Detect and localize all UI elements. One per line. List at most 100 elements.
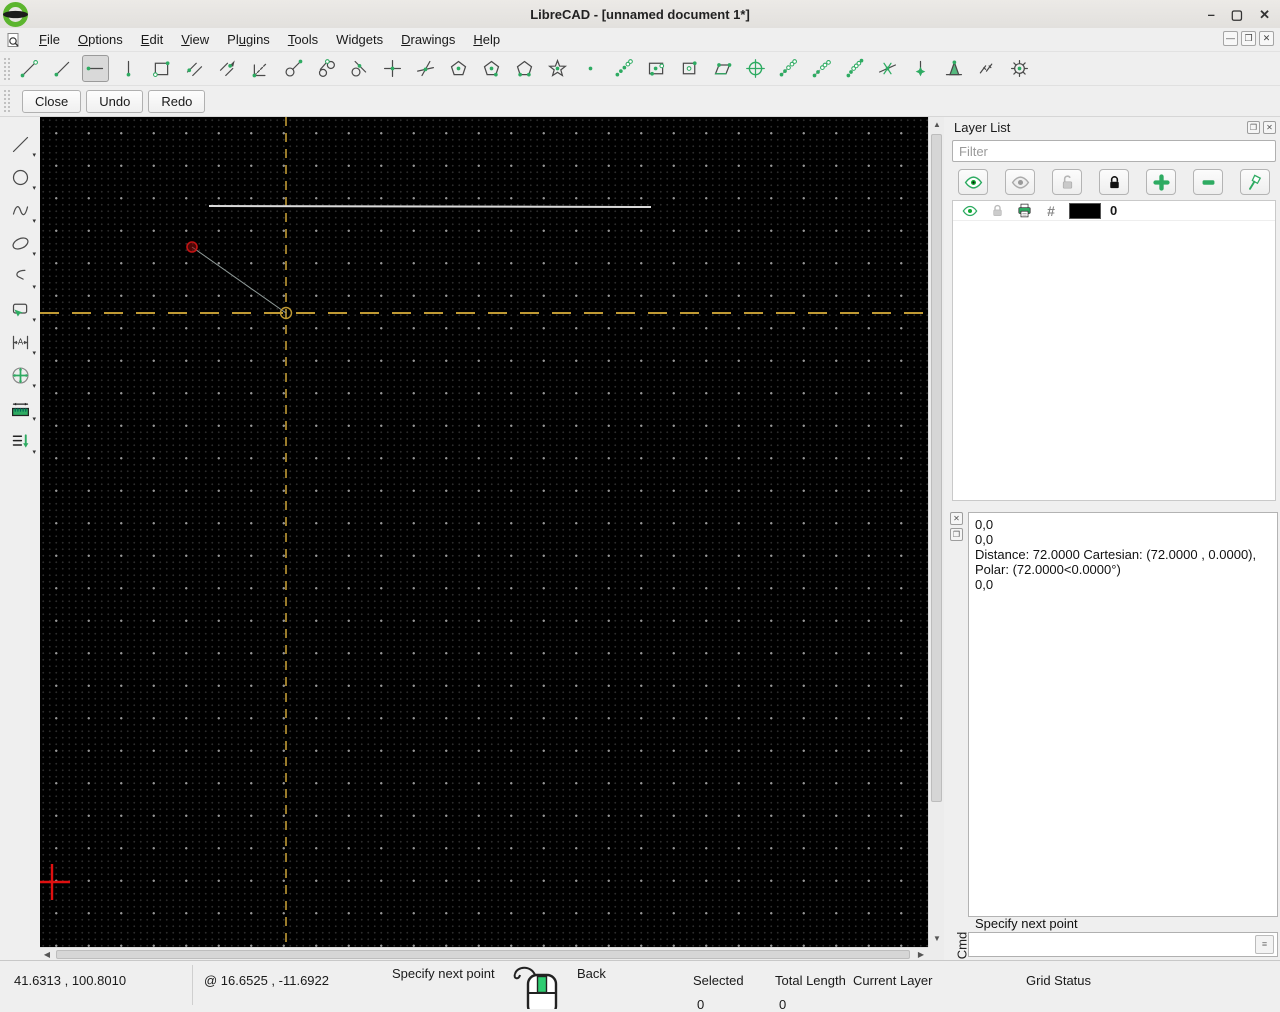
tool-group-measure-icon[interactable]: ▾ [5,395,36,423]
tool-line-relative-angle-icon[interactable] [412,55,439,82]
layer-lock-icon[interactable] [988,203,1006,218]
add-layer-button[interactable] [1146,169,1176,195]
remove-layer-button[interactable] [1193,169,1223,195]
minimize-button[interactable]: – [1208,8,1215,21]
layer-row[interactable]: #0 [953,201,1275,221]
tool-group-select-icon[interactable]: ▾ [5,296,36,324]
dock-close-button[interactable]: ✕ [950,512,963,525]
tool-group-order-icon[interactable]: ▾ [5,428,36,456]
tool-line-horizontal-icon[interactable] [82,55,109,82]
left-click-hint: Specify next point [392,966,495,981]
mdi-minimize-button[interactable]: — [1223,31,1238,46]
dock-float-button[interactable]: ❐ [950,528,963,541]
close-window-button[interactable]: ✕ [1259,8,1270,21]
chevron-down-icon: ▾ [32,317,36,324]
lock-all-layers-button[interactable] [1099,169,1129,195]
tool-line-two-points-icon[interactable] [16,55,43,82]
layer-list-title: Layer List [954,120,1011,135]
current-layer-label: Current Layer [853,973,933,988]
tool-sketch-segments-icon[interactable] [973,55,1000,82]
tool-star-icon[interactable] [544,55,571,82]
chevron-down-icon: ▾ [32,284,36,291]
layer-color-swatch[interactable] [1069,202,1101,219]
tool-rect-center-icon[interactable] [676,55,703,82]
tool-triangle-icon[interactable] [940,55,967,82]
menu-tools[interactable]: Tools [279,29,327,50]
tool-group-pan-zoom-icon[interactable]: ▾ [5,362,36,390]
layer-construction-icon[interactable]: # [1042,203,1060,219]
tool-line-tangent-orthogonal-icon[interactable] [346,55,373,82]
tool-line-orthogonal-icon[interactable] [379,55,406,82]
dock-float-button[interactable]: ❐ [1247,121,1260,134]
tool-parallelogram-icon[interactable] [709,55,736,82]
vertical-scroll-thumb[interactable] [931,134,942,802]
tool-settings-gear-icon[interactable] [1006,55,1033,82]
modify-layer-button[interactable] [1240,169,1270,195]
tool-polygon-center-point-icon[interactable] [445,55,472,82]
menu-options[interactable]: Options [69,29,132,50]
tool-group-circle-icon[interactable]: ▾ [5,164,36,192]
maximize-button[interactable]: ▢ [1231,8,1243,21]
layer-filter-input[interactable] [952,140,1276,162]
menu-help[interactable]: Help [464,29,509,50]
tool-line-bisector-icon[interactable] [247,55,274,82]
menu-widgets[interactable]: Widgets [327,29,392,50]
tool-circle-center-cross-icon[interactable] [742,55,769,82]
tool-line-parallel-icon[interactable] [181,55,208,82]
tool-spline-points-icon[interactable] [775,55,802,82]
tool-group-ellipse-icon[interactable]: ▾ [5,230,36,258]
menu-plugins[interactable]: Plugins [218,29,279,50]
tool-line-parallel-through-point-icon[interactable] [214,55,241,82]
command-history[interactable]: 0,0 0,0 Distance: 72.0000 Cartesian: (72.0… [968,512,1278,917]
drawn-line[interactable] [208,205,652,208]
toolbar-grip[interactable] [3,56,11,81]
librecad-logo-icon [3,2,28,27]
hide-all-layers-button[interactable] [1005,169,1035,195]
menu-drawings[interactable]: Drawings [392,29,464,50]
tool-line-tangent-two-circles-icon[interactable] [313,55,340,82]
tool-polygon-center-corner-icon[interactable] [478,55,505,82]
scroll-up-arrow[interactable]: ▲ [929,117,945,133]
command-input[interactable] [969,934,1255,955]
tool-freehand-points-icon[interactable] [610,55,637,82]
tool-line-by-angle-icon[interactable] [49,55,76,82]
unlock-all-layers-button[interactable] [1052,169,1082,195]
scrollbar-corner [928,947,944,961]
tool-polygon-two-corners-icon[interactable] [511,55,538,82]
scroll-down-arrow[interactable]: ▼ [929,931,945,947]
command-options-icon[interactable]: ≡ [1255,935,1274,954]
tool-line-tangent-point-circle-icon[interactable] [280,55,307,82]
tool-perpendicular-point-icon[interactable] [907,55,934,82]
vertical-scrollbar[interactable]: ▲ ▼ [928,117,944,947]
tool-line-cross-marker-icon[interactable] [874,55,901,82]
drawing-canvas[interactable] [40,117,928,947]
tool-rectangle-icon[interactable] [148,55,175,82]
tool-insert-points-icon[interactable] [643,55,670,82]
tool-point-icon[interactable] [577,55,604,82]
tool-group-polyline-icon[interactable]: ▾ [5,263,36,291]
mdi-restore-button[interactable]: ❐ [1241,31,1256,46]
menu-edit[interactable]: Edit [132,29,172,50]
show-all-layers-button[interactable] [958,169,988,195]
window-title: LibreCAD - [unnamed document 1*] [530,6,750,22]
menu-file[interactable]: File [30,29,69,50]
redo-button[interactable]: Redo [148,89,206,113]
close-button[interactable]: Close [22,89,82,113]
tool-group-line-icon[interactable]: ▾ [5,131,36,159]
horizontal-scrollbar[interactable]: ◀ ▶ [40,947,928,961]
tool-group-dimension-icon[interactable]: A ▾ [5,329,36,357]
layer-table: #0 [952,200,1276,501]
tool-spline-fit-points-icon[interactable] [841,55,868,82]
mdi-close-button[interactable]: ✕ [1259,31,1274,46]
layer-visible-icon[interactable] [961,203,979,219]
menu-view[interactable]: View [172,29,218,50]
tool-spline-control-points-icon[interactable] [808,55,835,82]
edit-toolbar: Close Undo Redo [0,86,1280,117]
tool-group-curve-icon[interactable]: ▾ [5,197,36,225]
tool-line-vertical-icon[interactable] [115,55,142,82]
horizontal-scroll-thumb[interactable] [56,950,910,959]
toolbar-grip[interactable] [3,89,11,113]
layer-print-icon[interactable] [1015,202,1033,219]
dock-close-button[interactable]: ✕ [1263,121,1276,134]
undo-button[interactable]: Undo [86,89,144,113]
